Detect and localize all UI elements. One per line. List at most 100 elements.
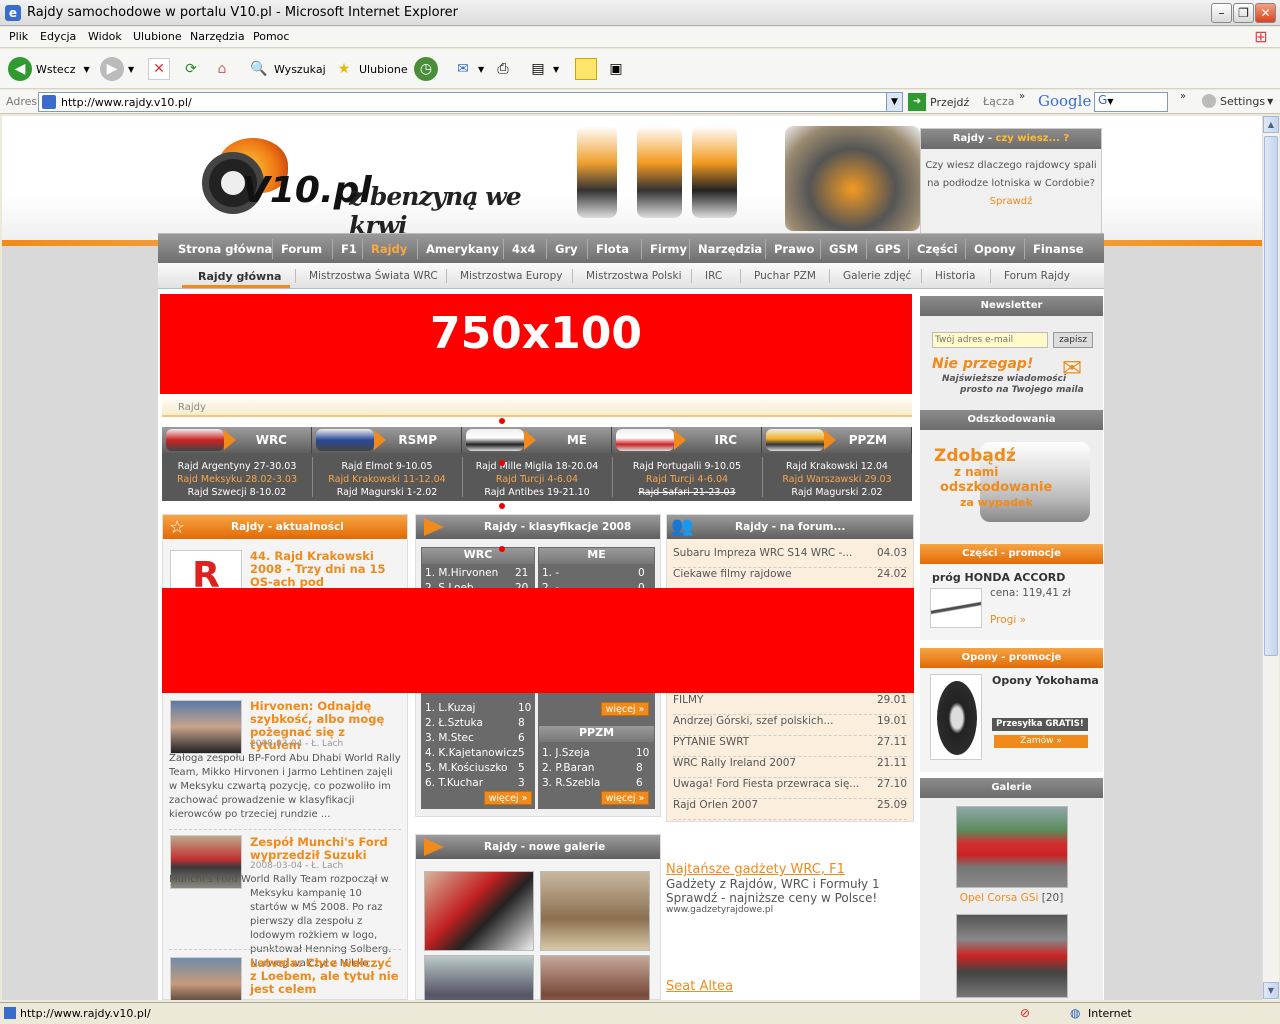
gallery-thumb[interactable] <box>956 914 1068 998</box>
championship-tab[interactable]: WRC <box>162 427 312 453</box>
event-link[interactable]: Rajd Magurski 1-2.02 <box>312 487 462 498</box>
event-link[interactable]: Rajd Szwecji 8-10.02 <box>162 487 312 498</box>
go-button[interactable]: ➜ Przejdź <box>908 93 969 111</box>
event-link[interactable]: Rajd Warszawski 29.03 <box>762 474 912 485</box>
event-link[interactable]: Rajd Meksyku 28.02-3.03 <box>162 474 312 485</box>
banner-ad[interactable]: 750x100 <box>160 294 912 394</box>
more-button[interactable]: więcej » <box>601 791 649 805</box>
forum-topic[interactable]: Rajd Orlen 2007 25.09 <box>673 799 907 820</box>
vertical-scrollbar[interactable]: ▲ ▼ <box>1262 116 1279 1000</box>
nav-item[interactable]: Opony <box>974 242 1016 256</box>
gallery-item-link[interactable]: Opel Corsa GSi <box>960 892 1039 904</box>
research-button[interactable]: ▣ <box>605 56 631 82</box>
nav-item[interactable]: Narzędzia <box>698 242 762 256</box>
newsletter-submit-button[interactable]: zapisz <box>1053 332 1093 348</box>
event-link[interactable]: Rajd Portugalii 9-10.05 <box>612 461 762 472</box>
refresh-button[interactable]: ⟳ <box>180 56 206 82</box>
scroll-down-icon[interactable]: ▼ <box>1263 982 1279 999</box>
championship-tab[interactable]: RSMP <box>312 427 462 453</box>
breadcrumb-item[interactable]: Rajdy <box>178 402 206 413</box>
scroll-thumb[interactable] <box>1264 136 1278 656</box>
subnav-item[interactable]: Historia <box>935 270 976 282</box>
news-thumb[interactable] <box>170 700 242 754</box>
forum-topic[interactable]: Subaru Impreza WRC S14 WRC -... 04.03 <box>673 547 907 568</box>
links-label[interactable]: Łącza <box>983 95 1015 108</box>
minimize-button[interactable]: – <box>1211 3 1232 23</box>
gallery-thumb[interactable] <box>540 955 650 1000</box>
forum-topic[interactable]: WRC Rally Ireland 2007 21.11 <box>673 757 907 778</box>
event-link[interactable]: Rajd Argentyny 27-30.03 <box>162 461 312 472</box>
search-button[interactable]: 🔍 Wyszukaj <box>248 56 325 82</box>
parts-product-image[interactable] <box>930 588 982 628</box>
menu-plik[interactable]: Plik <box>9 30 28 43</box>
forum-topic[interactable]: Uwaga! Ford Fiesta przewraca się... 27.10 <box>673 778 907 799</box>
gallery-thumb[interactable] <box>956 806 1068 888</box>
news-title-link[interactable]: Latvala: Chce walczyć z Loebem, ale tytu… <box>250 957 400 996</box>
subnav-item[interactable]: Mistrzostwa Polski <box>586 270 682 282</box>
menu-narzedzia[interactable]: Narzędzia <box>190 30 245 43</box>
edit-button[interactable]: ▤ ▼ <box>527 56 559 82</box>
subnav-item[interactable]: Mistrzostwa Europy <box>460 270 562 282</box>
subnav-item[interactable]: Rajdy główna <box>198 270 281 283</box>
favorites-button[interactable]: ★ Ulubione <box>333 56 408 82</box>
settings-button[interactable]: Settings ▼ <box>1202 94 1273 108</box>
scroll-up-icon[interactable]: ▲ <box>1263 116 1279 133</box>
compensation-box[interactable]: Odszkodowania Zdobądź z nami odszkodowan… <box>920 410 1103 546</box>
links-chevron-icon[interactable]: » <box>1019 91 1025 102</box>
forum-topic[interactable]: PYTANIE SWRT 27.11 <box>673 736 907 757</box>
home-button[interactable]: ⌂ <box>211 56 237 82</box>
event-link[interactable]: Rajd Mille Miglia 18-20.04 <box>462 461 612 472</box>
nav-item[interactable]: Rajdy <box>371 242 407 256</box>
event-link[interactable]: Rajd Turcji 4-6.04 <box>612 474 762 485</box>
event-link[interactable]: Rajd Krakowski 12.04 <box>762 461 912 472</box>
nav-item[interactable]: F1 <box>341 242 357 256</box>
text-ad-title[interactable]: Seat Altea <box>666 979 733 994</box>
event-link[interactable]: Rajd Turcji 4-6.04 <box>462 474 612 485</box>
dropdown-arrow-icon[interactable]: ▼ <box>1107 97 1113 106</box>
text-ad-url[interactable]: www.gadzetyrajdowe.pl <box>666 905 906 915</box>
championship-tab[interactable]: PPZM <box>762 427 912 453</box>
nav-item[interactable]: Firmy <box>650 242 687 256</box>
notes-button[interactable] <box>575 56 601 82</box>
address-dropdown-icon[interactable]: ▼ <box>886 93 902 111</box>
dropdown-arrow-icon[interactable]: ▼ <box>84 65 90 74</box>
nav-item[interactable]: Gry <box>555 242 578 256</box>
news-title-link[interactable]: Zespół Munchi's Ford wyprzedził Suzuki <box>250 836 395 862</box>
nav-item[interactable]: Części <box>917 242 958 256</box>
text-ad-title[interactable]: Najtańsze gadżety WRC, F1 <box>666 862 906 877</box>
event-link[interactable]: Rajd Elmot 9-10.05 <box>312 461 462 472</box>
subnav-item[interactable]: Forum Rajdy <box>1004 270 1070 282</box>
nav-item[interactable]: 4x4 <box>512 242 535 256</box>
did-you-know-link[interactable]: Sprawdź <box>990 196 1033 207</box>
stop-button[interactable]: ✕ <box>148 56 174 82</box>
nav-item[interactable]: Finanse <box>1033 242 1084 256</box>
forum-topic[interactable]: FILMY 29.01 <box>673 694 907 715</box>
gallery-thumb[interactable] <box>540 871 650 951</box>
overlay-ad[interactable] <box>162 588 914 693</box>
event-link[interactable]: Rajd Safari 21-23.03 <box>612 487 762 498</box>
forum-topic[interactable]: Andrzej Górski, szef polskich... 19.01 <box>673 715 907 736</box>
nav-item[interactable]: Amerykany <box>426 242 499 256</box>
history-button[interactable]: ◷ <box>414 56 442 82</box>
address-input[interactable]: http://www.rajdy.v10.pl/ ▼ <box>38 92 903 112</box>
nav-item[interactable]: GSM <box>829 242 858 256</box>
toolbar-chevron-icon[interactable]: » <box>1180 91 1186 102</box>
subnav-item[interactable]: Mistrzostwa Świata WRC <box>309 270 438 282</box>
tires-product-name[interactable]: Opony Yokohama <box>992 674 1099 687</box>
forward-button[interactable]: ▶ ▼ <box>100 56 134 82</box>
back-button[interactable]: ◀ Wstecz ▼ <box>8 56 90 82</box>
nav-item[interactable]: Flota <box>596 242 629 256</box>
forum-topic[interactable]: Ciekawe filmy rajdowe 24.02 <box>673 568 907 589</box>
nav-item[interactable]: Strona główna <box>178 242 272 256</box>
gallery-thumb[interactable] <box>424 871 534 951</box>
menu-widok[interactable]: Widok <box>88 30 122 43</box>
text-ad[interactable]: Najtańsze gadżety WRC, F1 Gadżety z Rajd… <box>666 862 906 915</box>
event-link[interactable]: Rajd Magurski 2.02 <box>762 487 912 498</box>
menu-edycja[interactable]: Edycja <box>40 30 76 43</box>
parts-link[interactable]: Progi » <box>990 614 1026 626</box>
championship-tab[interactable]: IRC <box>612 427 762 453</box>
more-button[interactable]: więcej » <box>601 702 649 716</box>
nav-item[interactable]: Forum <box>281 242 322 256</box>
popup-blocked-icon[interactable]: ⊘ <box>1020 1006 1030 1020</box>
newsletter-email-input[interactable] <box>932 332 1048 348</box>
